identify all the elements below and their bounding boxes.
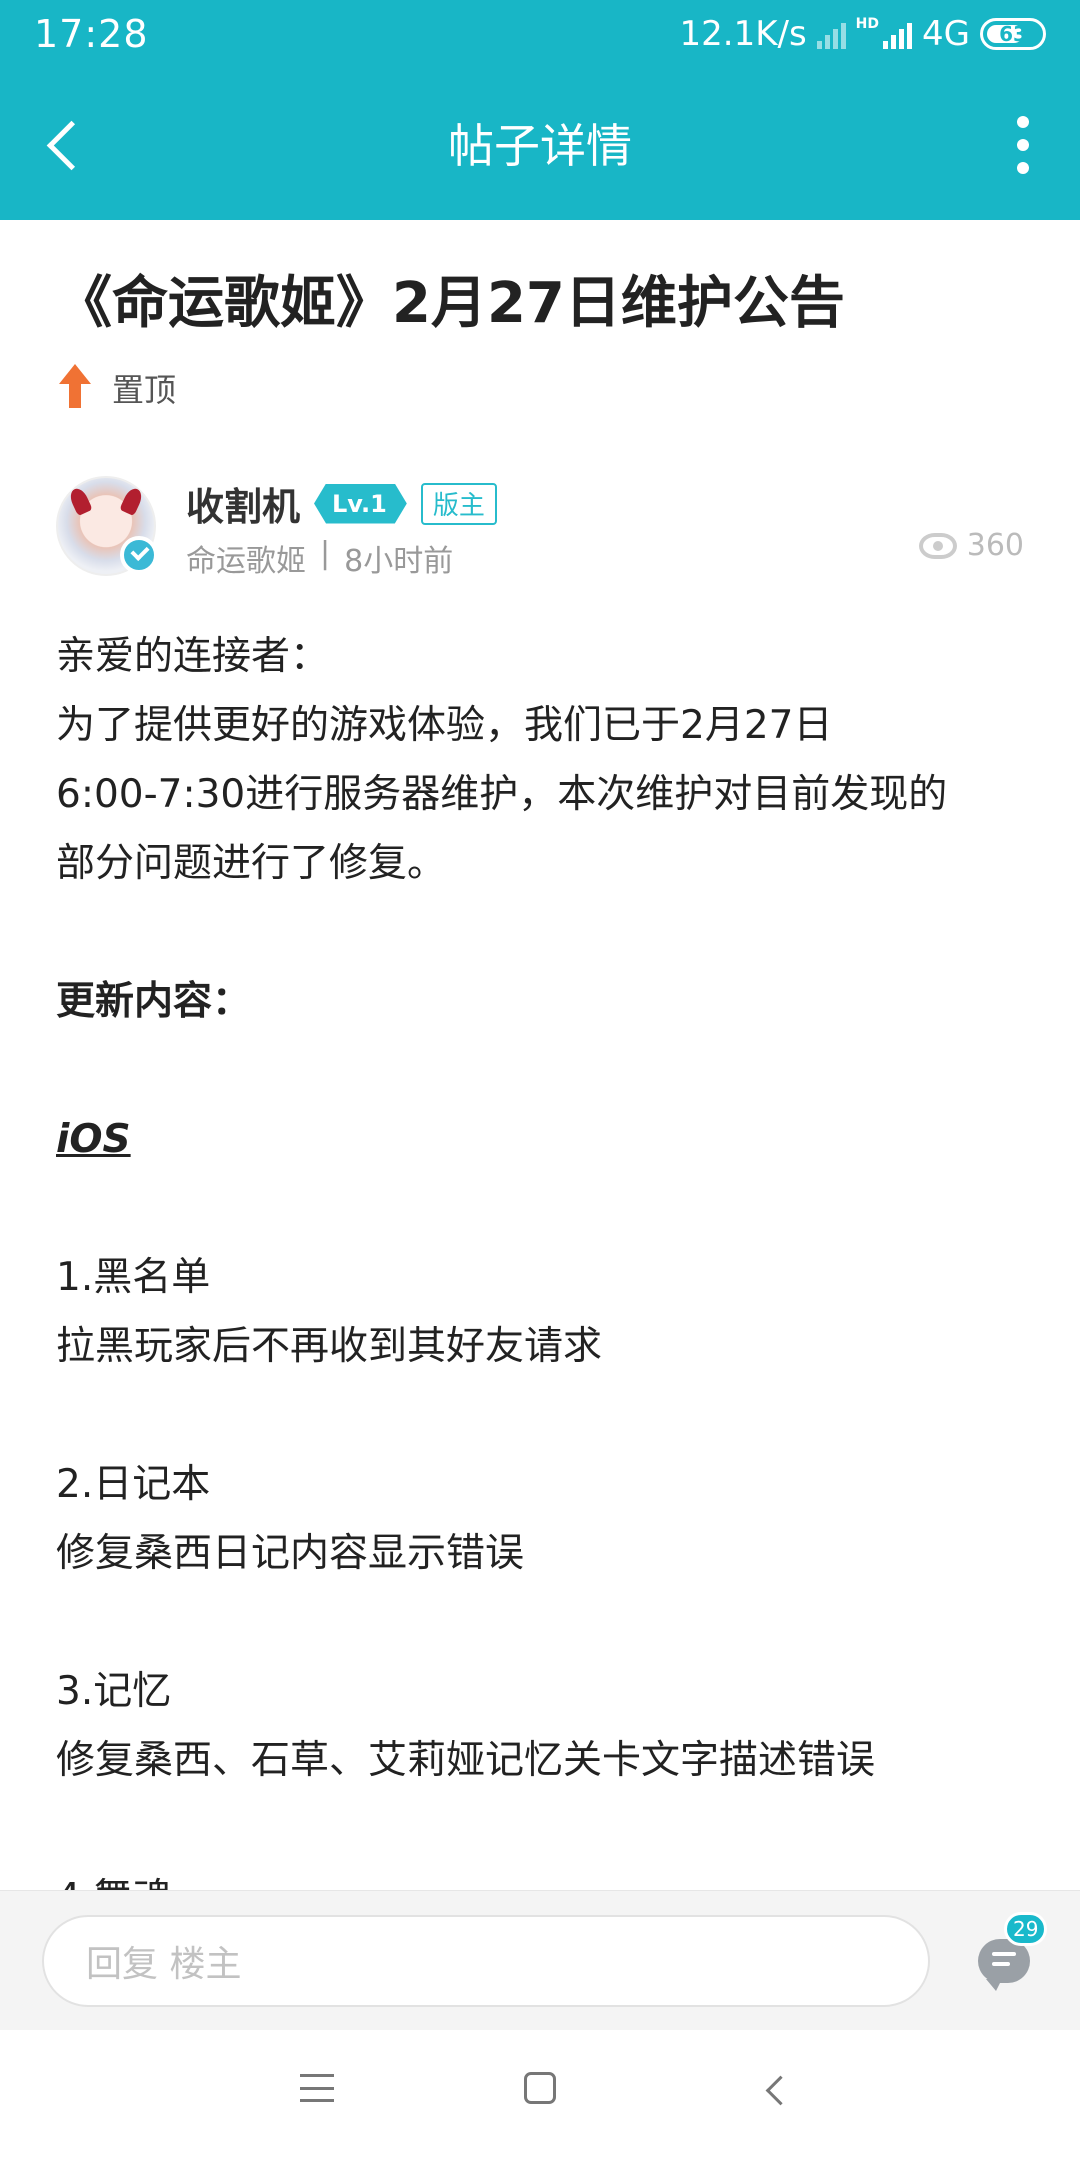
body-line (56, 1795, 1036, 1864)
reply-bar: 回复 楼主 (0, 1890, 1080, 2030)
body-line (56, 1381, 1036, 1450)
signal-sim2-icon (883, 19, 913, 49)
list-item-text: 修复桑西、石草、艾莉娅记忆关卡文字描述错误 (56, 1738, 876, 1783)
body-line (56, 1588, 1036, 1657)
meta-separator: | (320, 536, 331, 571)
post-meta: 命运歌姬 | 8小时前 (186, 536, 453, 580)
body-line: 部分问题进行了修复。 (56, 841, 447, 886)
body-line: 亲爱的连接者： (56, 634, 330, 679)
page-title: 帖子详情 (448, 119, 632, 173)
battery-level: 63 (999, 22, 1027, 46)
body-line (56, 1036, 1036, 1105)
hd-indicator: HD (855, 16, 880, 32)
author-name-row: 收割机 Lv.1 版主 (186, 476, 497, 531)
back-icon[interactable] (760, 2074, 794, 2108)
status-indicators: 12.1K/s HD 4G 63 (679, 12, 1046, 56)
app-header: 帖子详情 (0, 68, 1080, 220)
more-vertical-icon[interactable] (1016, 116, 1030, 174)
view-count: 360 (918, 528, 1024, 563)
author-info[interactable]: 收割机 Lv.1 版主 命运歌姬 | 8小时前 360 (56, 476, 1024, 586)
list-item-heading: 1.黑名单 (56, 1255, 211, 1300)
body-line: 6:00-7:30进行服务器维护，本次维护对目前发现的 (56, 772, 948, 817)
comment-count-badge: 29 (1004, 1912, 1048, 1946)
view-count-value: 360 (966, 528, 1024, 563)
post-title: 《命运歌姬》2月27日维护公告 (56, 271, 845, 336)
verified-badge-icon (120, 536, 158, 574)
home-icon[interactable] (524, 2072, 556, 2104)
body-line (56, 898, 1036, 967)
list-item-heading: 3.记忆 (56, 1669, 172, 1714)
post-body: 亲爱的连接者： 为了提供更好的游戏体验，我们已于2月27日 6:00-7:30进… (56, 622, 1036, 1933)
battery-icon: 63 (980, 18, 1046, 50)
pinned-label: 置顶 (112, 371, 177, 409)
signal-sim1-icon (816, 19, 846, 49)
network-speed: 12.1K/s (679, 14, 807, 54)
pinned-tag: 置顶 (56, 364, 176, 412)
body-line: 为了提供更好的游戏体验，我们已于2月27日 (56, 703, 833, 748)
eye-icon (918, 532, 957, 559)
reply-input[interactable]: 回复 楼主 (42, 1915, 930, 2007)
section-heading: 更新内容： (56, 979, 252, 1024)
body-line (56, 1174, 1036, 1243)
author-name[interactable]: 收割机 (186, 476, 300, 531)
list-item-text: 修复桑西日记内容显示错误 (56, 1531, 525, 1576)
moderator-badge: 版主 (420, 482, 497, 525)
network-type: 4G (922, 14, 970, 54)
platform-heading: iOS (56, 1105, 1036, 1174)
system-nav-bar (0, 2030, 1080, 2160)
board-name[interactable]: 命运歌姬 (186, 536, 306, 580)
platform-label: iOS (56, 1117, 131, 1162)
status-bar: 17:28 12.1K/s HD 4G 63 (0, 0, 1080, 68)
status-time: 17:28 (34, 12, 149, 56)
list-item-heading: 2.日记本 (56, 1462, 211, 1507)
list-item-text: 拉黑玩家后不再收到其好友请求 (56, 1324, 603, 1369)
menu-icon[interactable] (300, 2074, 334, 2102)
level-badge: Lv.1 (314, 484, 407, 524)
arrow-up-icon (56, 364, 94, 412)
post-time: 8小时前 (344, 544, 454, 579)
